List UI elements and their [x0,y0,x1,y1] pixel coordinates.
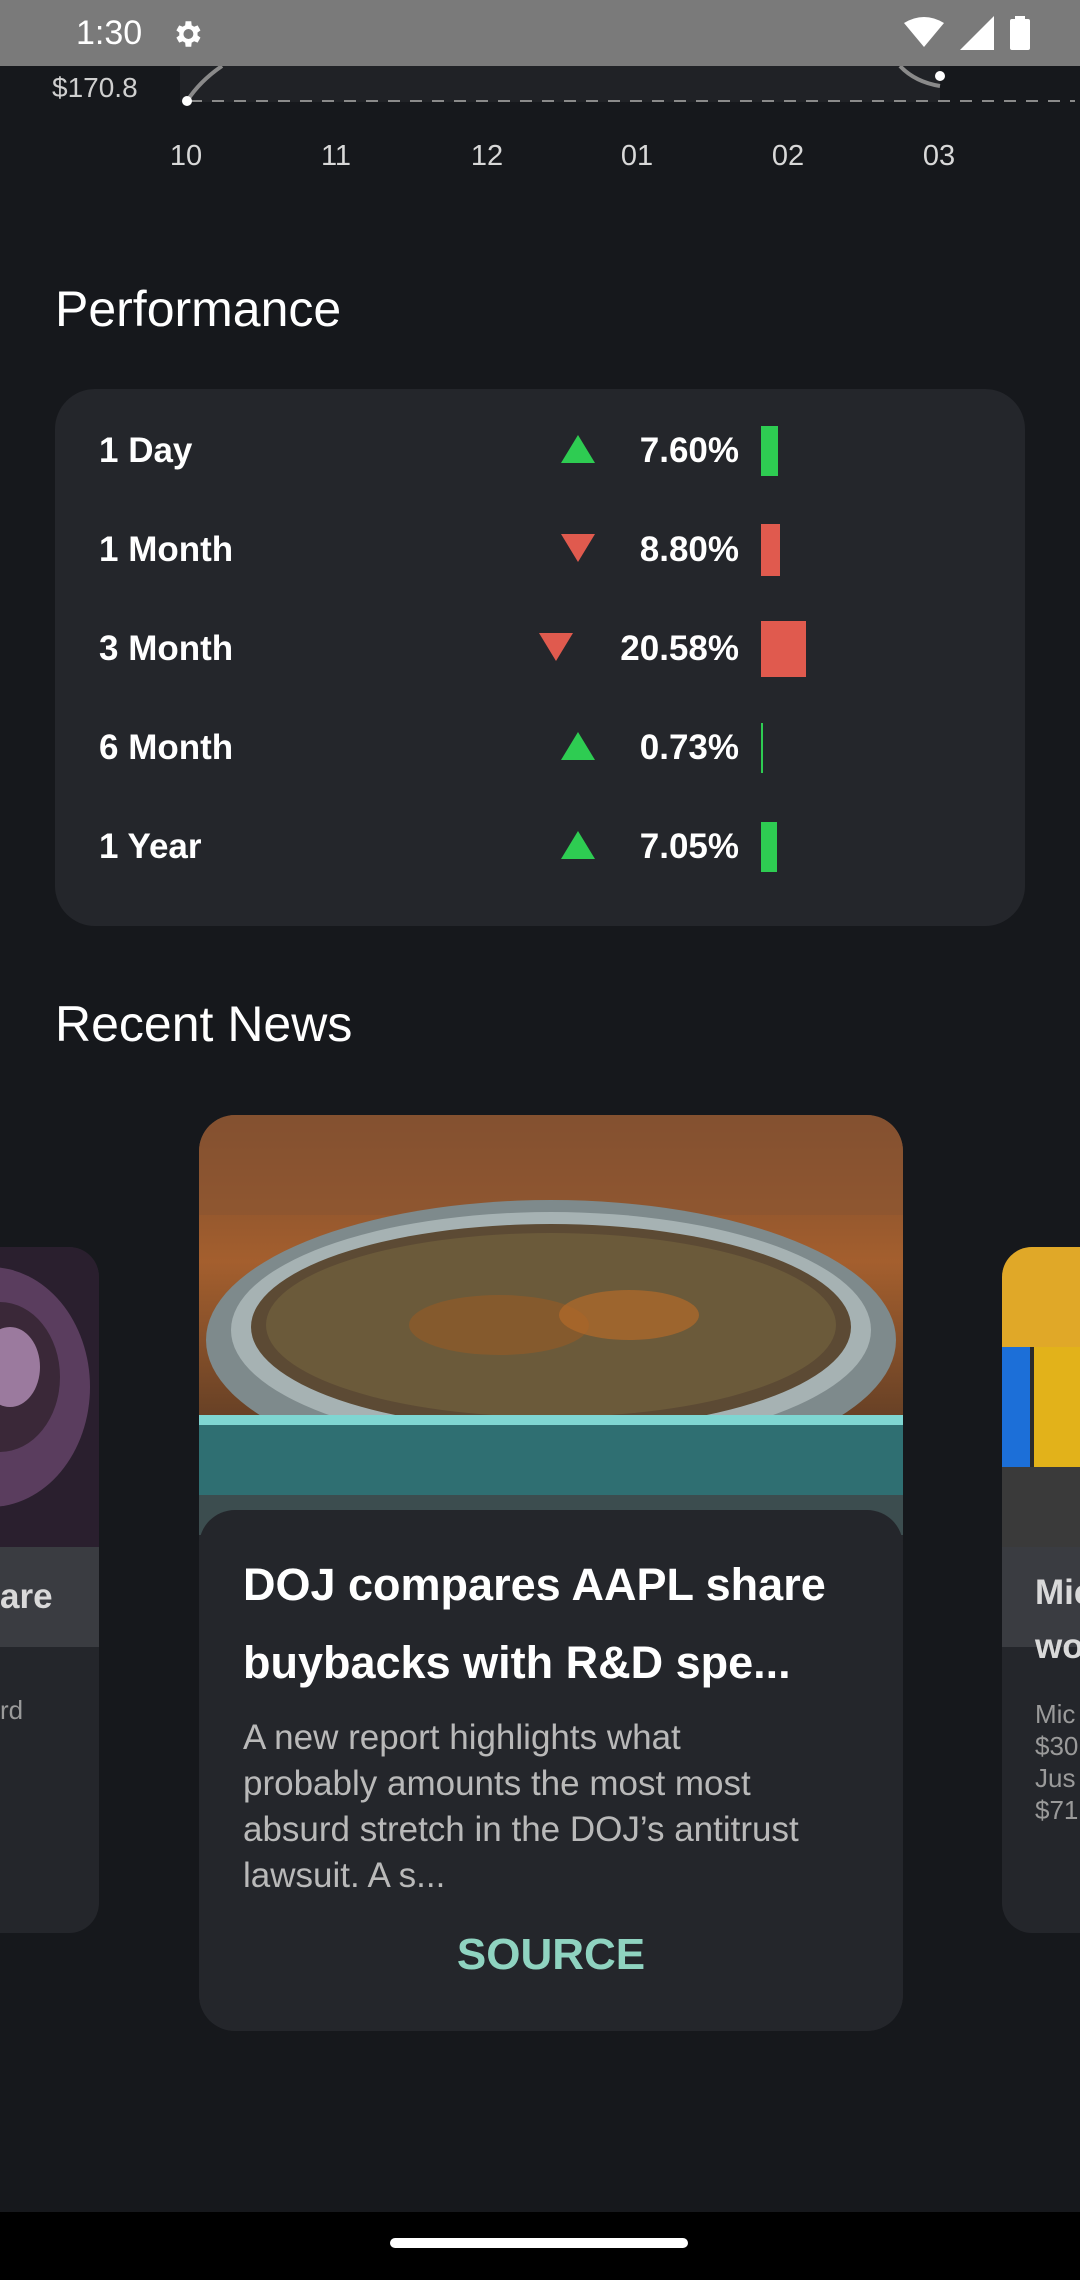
status-time: 1:30 [76,14,143,52]
period-label: 1 Year [99,827,202,866]
period-label: 6 Month [99,728,234,767]
news-thumbnail [0,1247,99,1547]
change-bar [761,425,778,477]
performance-row: 6 Month 0.73% [55,718,1025,778]
x-tick-label: 10 [169,140,203,172]
x-tick-label: 01 [620,140,654,172]
news-text-fragment: $30 [1035,1731,1079,1761]
news-content-panel: DOJ compares AAPL share buybacks with R&… [199,1510,903,2031]
news-image [199,1115,903,1535]
trend-down-icon [561,534,595,562]
status-bar: 1:30 [0,0,1080,66]
trend-up-icon [561,732,595,760]
x-tick-label: 03 [922,140,956,172]
news-card-main[interactable]: DOJ compares AAPL share buybacks with R&… [199,1115,903,2031]
percent-change: 7.60% [639,431,739,470]
period-label: 3 Month [99,629,234,668]
home-gesture-handle[interactable] [390,2238,688,2248]
news-title-fragment: are [0,1577,53,1616]
news-card-right-partial[interactable]: Mic wo Mic $30 Jus $71 [1002,1247,1080,1933]
x-tick-label: 02 [771,140,805,172]
x-tick-label: 11 [320,140,352,172]
news-thumbnail [1002,1247,1080,1547]
trend-down-icon [539,633,573,661]
percent-change: 0.73% [639,728,739,767]
navigation-bar [0,2212,1080,2280]
performance-card: 1 Day 7.60% 1 Month 8.80% 3 Month 20.58%… [55,389,1025,926]
x-tick-label: 12 [470,140,504,172]
settings-gear-icon [176,21,201,47]
news-text-fragment: Jus [1035,1763,1076,1793]
performance-title: Performance [55,281,342,337]
news-text-fragment: $71 [1035,1795,1079,1825]
trend-up-icon [561,435,595,463]
percent-change: 7.05% [639,827,739,866]
trend-up-icon [561,831,595,859]
news-text-fragment: rd [0,1695,24,1725]
performance-row: 3 Month 20.58% [55,619,1025,679]
news-title-fragment: Mic [1035,1573,1080,1612]
price-min-label: $170.8 [52,72,138,103]
source-button[interactable]: SOURCE [199,1930,903,1980]
news-headline[interactable]: DOJ compares AAPL share buybacks with R&… [243,1546,863,1702]
news-title-fragment: wo [1035,1627,1080,1666]
news-card-left-partial[interactable]: are rd [0,1247,99,1933]
performance-row: 1 Day 7.60% [55,421,1025,481]
news-description: A new report highlights what probably am… [243,1718,799,1895]
percent-change: 8.80% [639,530,739,569]
change-bar [761,524,781,576]
battery-icon [1010,16,1030,50]
news-text-fragment: Mic [1035,1699,1076,1729]
cell-signal-icon [960,16,994,50]
wifi-icon [904,17,944,47]
period-label: 1 Day [99,431,193,470]
performance-row: 1 Year 7.05% [55,817,1025,877]
change-bar [761,621,807,677]
performance-row: 1 Month 8.80% [55,520,1025,580]
price-chart-lines [180,66,1075,106]
change-bar [761,821,777,873]
recent-news-title: Recent News [55,996,353,1052]
percent-change: 20.58% [620,629,739,668]
period-label: 1 Month [99,530,234,569]
change-bar [761,723,763,773]
